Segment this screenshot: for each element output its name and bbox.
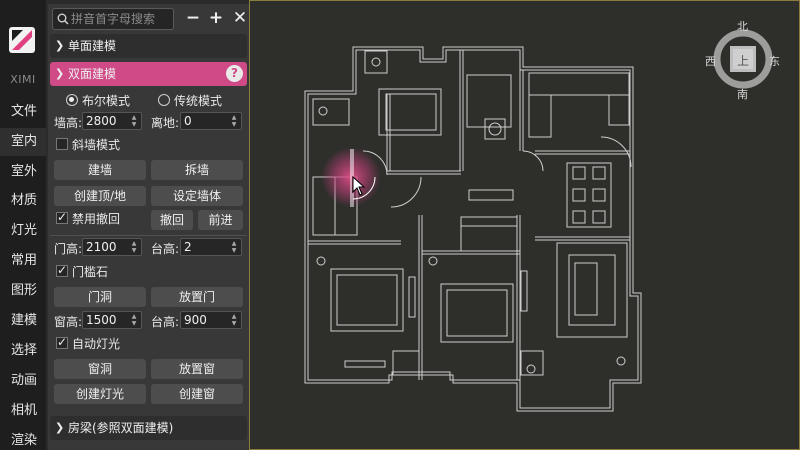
door-height-label: 门高: [54, 242, 83, 256]
nav-item-interior[interactable]: 室内 [0, 128, 46, 156]
nav-item-select[interactable]: 选择 [0, 337, 46, 365]
viewcube-west-label[interactable]: 西 [705, 53, 716, 69]
door-sill-spinner[interactable]: ▲ ▼ [228, 240, 240, 254]
nav-item-material[interactable]: 材质 [0, 187, 46, 215]
slant-wall-checkbox[interactable] [56, 138, 68, 150]
drawing-viewport[interactable]: 北 南 东 西 上 [249, 0, 800, 450]
ximi-logo-icon [9, 27, 35, 53]
window-sill-field[interactable]: 900 ▲ ▼ [180, 311, 242, 329]
nav-item-file[interactable]: 文件 [0, 98, 46, 126]
section-double-face[interactable]: ❯ 双面建模 ? [50, 62, 247, 86]
brand-label: XIMI [10, 73, 36, 86]
nav-item-common[interactable]: 常用 [0, 247, 46, 275]
radio-bool-mode-label: 布尔模式 [82, 94, 131, 108]
mouse-cursor-icon [352, 176, 366, 196]
floor-offset-label: 离地: [151, 116, 180, 130]
plus-icon[interactable]: + [206, 8, 226, 28]
remove-wall-button[interactable]: 拆墙 [151, 160, 243, 180]
help-icon[interactable]: ? [226, 65, 243, 82]
viewcube-south-label[interactable]: 南 [737, 86, 748, 102]
wall-height-value: 2800 [86, 114, 117, 128]
radio-bool-mode[interactable] [66, 94, 78, 106]
undo-button[interactable]: 撤回 [151, 210, 193, 230]
window-height-spinner[interactable]: ▲ ▼ [128, 313, 140, 327]
auto-light-checkbox[interactable] [56, 335, 68, 349]
search-input[interactable] [71, 10, 171, 28]
slant-wall-label: 斜墙模式 [72, 138, 121, 152]
search-box[interactable] [52, 8, 174, 30]
divider [50, 235, 247, 236]
auto-light-label: 自动灯光 [72, 337, 121, 351]
chevron-down-icon: ❯ [55, 67, 65, 80]
floor-offset-value: 0 [184, 114, 192, 128]
threshold-checkbox[interactable] [56, 263, 68, 277]
door-height-value: 2100 [86, 240, 117, 254]
viewcube-east-label[interactable]: 东 [769, 53, 780, 69]
place-window-button[interactable]: 放置窗 [151, 359, 243, 379]
window-hole-button[interactable]: 窗洞 [54, 359, 146, 379]
create-window-button[interactable]: 创建窗 [151, 384, 243, 404]
floor-plan-drawing [304, 29, 773, 412]
nav-item-lighting[interactable]: 灯光 [0, 217, 46, 245]
threshold-label: 门槛石 [72, 265, 109, 279]
nav-item-shapes[interactable]: 图形 [0, 277, 46, 305]
disable-undo-checkbox[interactable] [56, 210, 68, 224]
search-icon [57, 13, 69, 25]
section-beam-label: 房梁(参照双面建模) [68, 421, 174, 435]
floor-offset-field[interactable]: 0 ▲ ▼ [180, 112, 242, 130]
minus-icon[interactable]: − [183, 8, 203, 28]
viewcube-top-face[interactable]: 上 [737, 52, 749, 69]
create-ceiling-floor-button[interactable]: 创建顶/地 [54, 186, 146, 206]
create-light-button[interactable]: 创建灯光 [54, 384, 146, 404]
floor-offset-spinner[interactable]: ▲ ▼ [228, 114, 240, 128]
door-height-field[interactable]: 2100 ▲ ▼ [82, 238, 142, 256]
set-wall-button[interactable]: 设定墙体 [151, 186, 243, 206]
wall-height-field[interactable]: 2800 ▲ ▼ [82, 112, 142, 130]
window-height-field[interactable]: 1500 ▲ ▼ [82, 311, 142, 329]
main-toolbar: XIMI 文件 室内 室外 材质 灯光 常用 图形 建模 选择 动画 相机 渲染 [0, 0, 46, 450]
door-sill-field[interactable]: 2 ▲ ▼ [180, 238, 242, 256]
redo-button[interactable]: 前进 [198, 210, 243, 230]
disable-undo-label: 禁用撤回 [72, 212, 121, 226]
app-window: XIMI 文件 室内 室外 材质 灯光 常用 图形 建模 选择 动画 相机 渲染… [0, 0, 800, 450]
close-icon[interactable]: ✕ [230, 8, 250, 28]
door-hole-button[interactable]: 门洞 [54, 287, 146, 307]
section-single-face-label: 单面建模 [68, 39, 117, 53]
radio-traditional-mode[interactable] [158, 94, 170, 106]
radio-traditional-mode-label: 传统模式 [174, 94, 223, 108]
place-door-button[interactable]: 放置门 [151, 287, 243, 307]
chevron-right-icon: ❯ [55, 421, 65, 434]
wall-height-label: 墙高: [54, 116, 83, 130]
section-single-face[interactable]: ❯ 单面建模 [50, 34, 247, 58]
window-height-value: 1500 [86, 313, 117, 327]
door-sill-label: 台高: [151, 242, 180, 256]
window-sill-label: 台高: [151, 315, 180, 329]
nav-item-animation[interactable]: 动画 [0, 367, 46, 395]
nav-item-exterior[interactable]: 室外 [0, 158, 46, 186]
window-sill-value: 900 [184, 313, 207, 327]
nav-item-camera[interactable]: 相机 [0, 397, 46, 425]
nav-item-render[interactable]: 渲染 [0, 427, 46, 450]
window-sill-spinner[interactable]: ▲ ▼ [228, 313, 240, 327]
wall-height-spinner[interactable]: ▲ ▼ [128, 114, 140, 128]
viewcube-north-label[interactable]: 北 [737, 18, 748, 34]
door-sill-value: 2 [184, 240, 192, 254]
section-double-face-label: 双面建模 [68, 67, 117, 81]
modeling-panel: − + ✕ ❯ 单面建模 ❯ 双面建模 ? 布尔模式 传统模式 墙高: 2800… [48, 4, 249, 450]
nav-item-modeling[interactable]: 建模 [0, 307, 46, 335]
search-row: − + ✕ [50, 6, 249, 30]
build-wall-button[interactable]: 建墙 [54, 160, 146, 180]
window-height-label: 窗高: [54, 315, 83, 329]
section-beam[interactable]: ❯ 房梁(参照双面建模) [50, 416, 247, 440]
door-height-spinner[interactable]: ▲ ▼ [128, 240, 140, 254]
chevron-right-icon: ❯ [55, 39, 65, 52]
